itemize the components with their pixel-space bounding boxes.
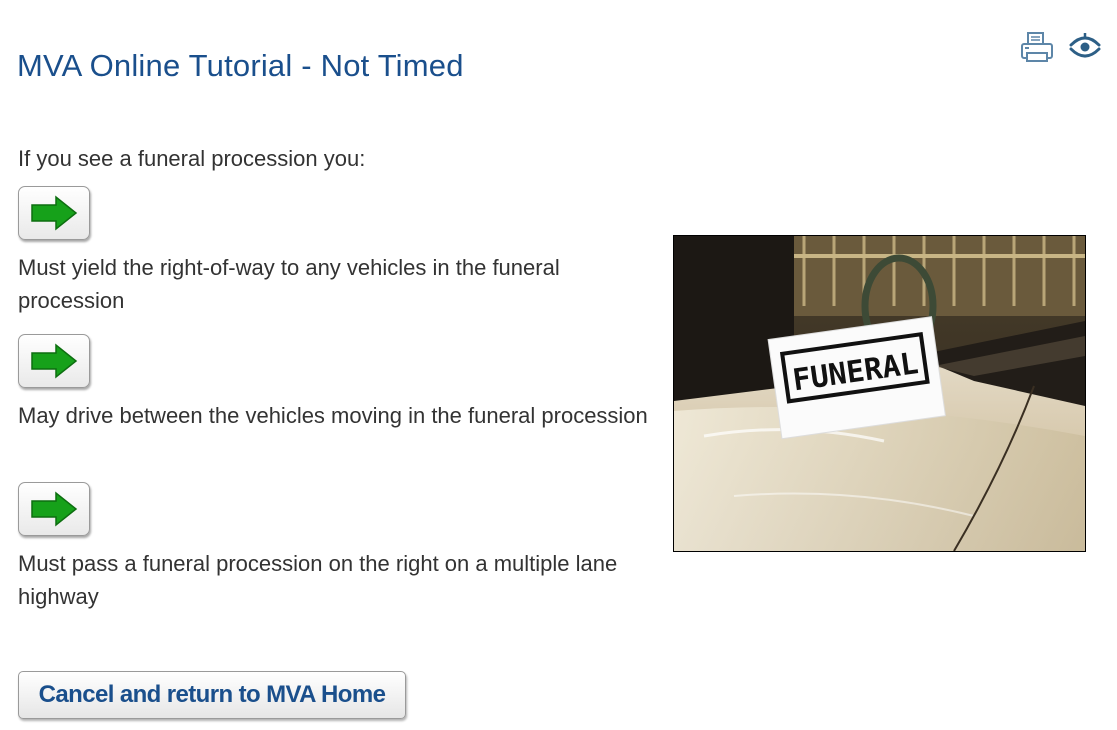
funeral-sign-photo: FUNERAL [673, 235, 1086, 552]
green-arrow-right-icon [31, 343, 78, 379]
answer-button-2[interactable] [18, 334, 90, 388]
answer-text-3: Must pass a funeral procession on the ri… [18, 551, 618, 609]
toolbar [1020, 30, 1102, 64]
cancel-return-home-button[interactable]: Cancel and return to MVA Home [18, 671, 406, 719]
print-button[interactable] [1020, 30, 1054, 64]
answer-text-2: May drive between the vehicles moving in… [18, 403, 648, 428]
page-title: MVA Online Tutorial - Not Timed [17, 48, 464, 83]
green-arrow-right-icon [31, 195, 78, 231]
answer-button-1[interactable] [18, 186, 90, 240]
answer-text-1: Must yield the right-of-way to any vehic… [18, 255, 560, 313]
funeral-car-illustration: FUNERAL [674, 236, 1085, 551]
visibility-icon [1069, 33, 1101, 58]
green-arrow-right-icon [31, 491, 78, 527]
printer-icon [1021, 32, 1053, 62]
answer-button-3[interactable] [18, 482, 90, 536]
question-text: If you see a funeral procession you: [18, 146, 366, 171]
accessibility-button[interactable] [1068, 30, 1102, 64]
